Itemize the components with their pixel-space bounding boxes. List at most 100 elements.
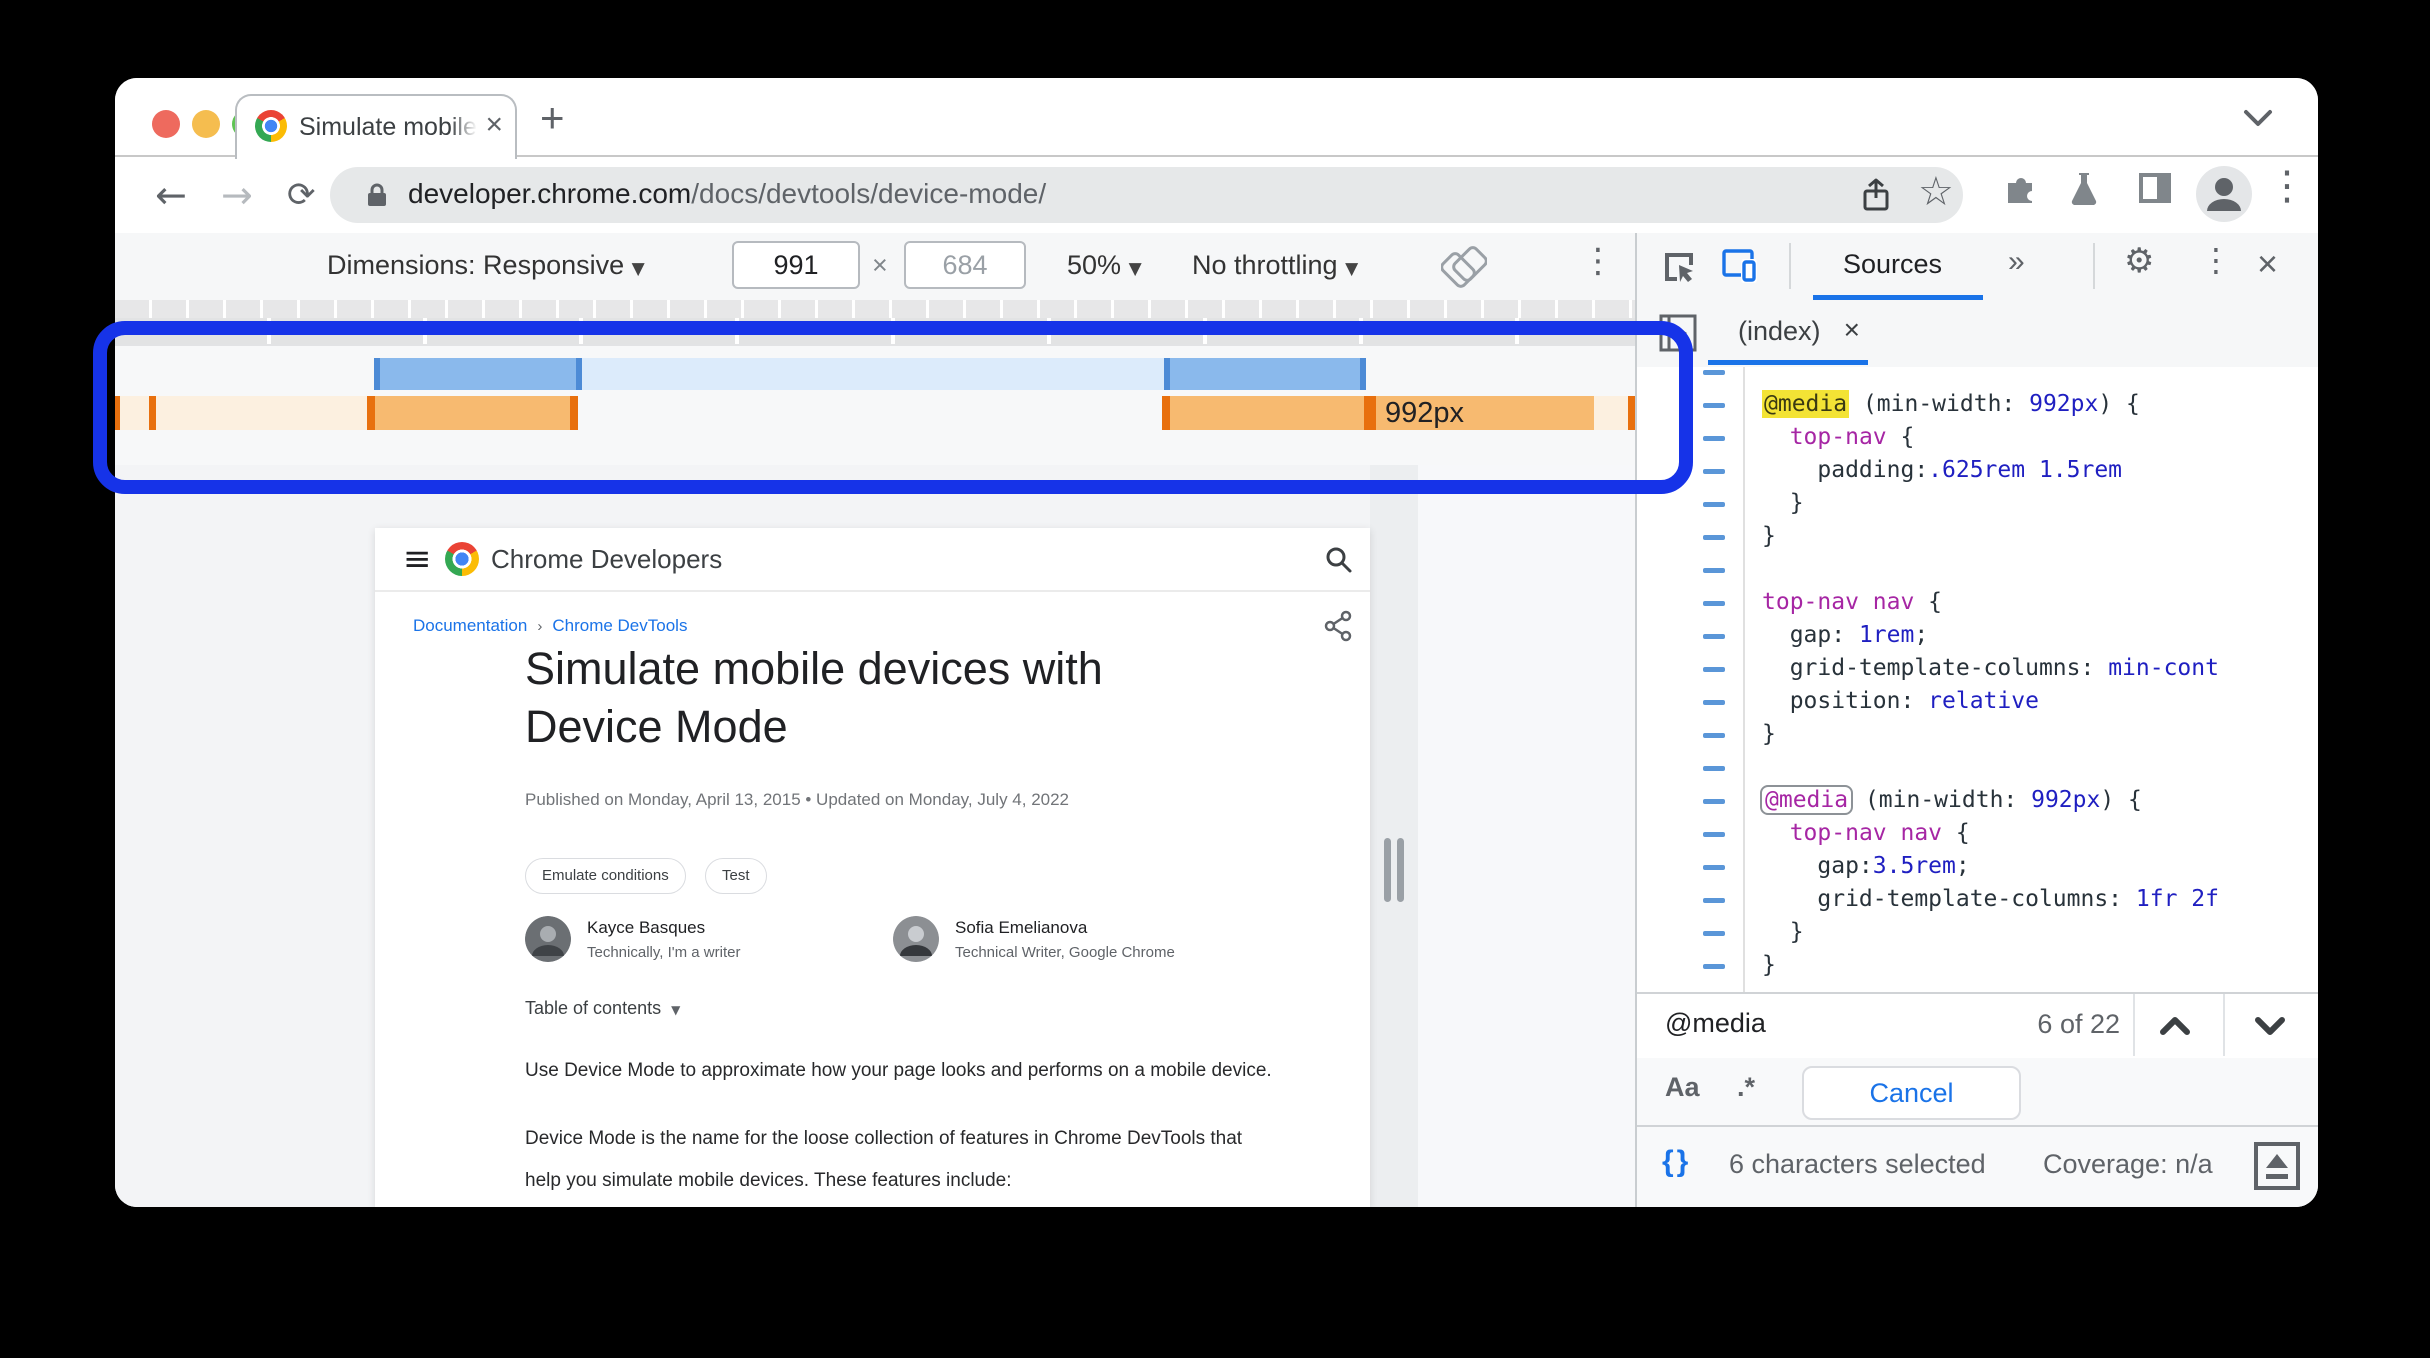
show-navigator-icon[interactable] [1659,314,1697,352]
profile-avatar[interactable] [2195,165,2253,223]
bookmark-star-icon[interactable]: ☆ [1918,169,1954,215]
new-tab-button[interactable]: + [540,97,565,139]
media-query-tick[interactable] [367,396,375,430]
code-line[interactable]: padding:.625rem 1.5rem [1637,454,2318,487]
zoom-dropdown[interactable]: 50% ▼ [1067,250,1142,281]
media-query-tick[interactable] [149,396,156,430]
media-query-bar-blue-edge[interactable] [1360,358,1366,390]
media-query-breakpoint-tick[interactable] [1364,396,1376,430]
more-panels-button[interactable]: » [2008,245,2025,279]
file-tab-close-icon[interactable]: × [1844,314,1860,346]
code-line[interactable]: top-nav { [1637,421,2318,454]
author-name[interactable]: Kayce Basques [587,918,705,938]
media-query-bar-orange[interactable] [1170,396,1594,430]
media-query-bar-orange[interactable] [375,396,574,430]
code-line[interactable]: top-nav nav { [1637,586,2318,619]
show-drawer-icon[interactable] [2253,1141,2301,1191]
code-line[interactable]: } [1637,949,2318,982]
back-button[interactable]: ← [155,173,187,217]
extensions-puzzle-icon[interactable] [2000,169,2040,209]
code-line[interactable] [1637,367,2318,388]
code-line[interactable]: gap:3.5rem; [1637,850,2318,883]
share-icon[interactable] [1858,177,1894,215]
media-query-tick[interactable] [1628,396,1635,430]
code-line[interactable]: } [1637,718,2318,751]
inspect-element-icon[interactable] [1659,247,1699,287]
viewport-width-input[interactable] [732,241,860,289]
chrome-developers-logo[interactable] [445,542,479,576]
code-line[interactable]: } [1637,520,2318,553]
site-name[interactable]: Chrome Developers [491,544,722,575]
browser-tab[interactable]: Simulate mobile devices with D × [235,94,517,159]
browser-menu-kebab-icon[interactable]: ⋮ [2267,163,2307,209]
toggle-device-toolbar-icon[interactable] [1721,247,1763,287]
tab-sources[interactable]: Sources [1843,249,1942,280]
dimensions-dropdown[interactable]: Dimensions: Responsive ▼ [327,250,645,281]
reload-button[interactable]: ⟳ [287,175,316,215]
hamburger-menu-icon[interactable]: ≡ [403,542,432,576]
breadcrumb-link-devtools[interactable]: Chrome DevTools [552,616,687,635]
media-query-tick[interactable] [1162,396,1170,430]
code-line[interactable] [1637,553,2318,586]
viewport-resize-gutter[interactable] [1370,465,1418,1207]
avatar[interactable] [893,916,939,962]
source-code[interactable]: @media (min-width: 992px) { top-nav { pa… [1637,367,2318,982]
code-line[interactable]: } [1637,487,2318,520]
status-bar: {} 6 characters selected Coverage: n/a [1637,1125,2318,1207]
gutter-dash-icon [1703,634,1725,639]
table-of-contents-toggle[interactable]: Table of contents ▼ [525,998,680,1019]
code-line[interactable]: gap: 1rem; [1637,619,2318,652]
address-bar[interactable]: developer.chrome.com/docs/devtools/devic… [330,167,1963,223]
flask-icon[interactable] [2063,169,2105,209]
caret-down-icon: ▼ [671,1003,681,1017]
devtools-kebab-icon[interactable]: ⋮ [2200,241,2232,279]
code-line[interactable]: grid-template-columns: min-cont [1637,652,2318,685]
tab-close-icon[interactable]: × [485,108,503,142]
media-query-tick[interactable] [570,396,578,430]
search-next-icon[interactable] [2250,1012,2290,1040]
chip-emulate-conditions[interactable]: Emulate conditions [525,858,686,894]
search-previous-icon[interactable] [2155,1012,2195,1040]
code-editor[interactable]: @media (min-width: 992px) { top-nav { pa… [1637,367,2318,992]
media-query-bar-orange-light[interactable] [1594,396,1632,430]
url-text[interactable]: developer.chrome.com/docs/devtools/devic… [408,178,1046,210]
author-name[interactable]: Sofia Emelianova [955,918,1087,938]
viewport-height-input[interactable] [904,241,1026,289]
chevron-down-icon[interactable] [2238,106,2278,132]
pretty-print-button[interactable]: {} [1662,1145,1691,1179]
media-query-bar-blue[interactable] [1170,358,1360,390]
code-line[interactable]: @media (min-width: 992px) { [1637,388,2318,421]
device-toolbar-kebab-icon[interactable]: ⋮ [1581,241,1615,281]
cancel-button[interactable]: Cancel [1802,1066,2021,1120]
code-line[interactable]: position: relative [1637,685,2318,718]
search-query[interactable]: @media [1665,1008,1766,1039]
code-line[interactable]: @media (min-width: 992px) { [1637,784,2318,817]
media-query-bar-blue[interactable] [380,358,576,390]
search-icon[interactable] [1323,544,1353,574]
gear-icon[interactable]: ⚙ [2124,241,2154,281]
traffic-light-minimize[interactable] [192,110,220,138]
match-case-toggle[interactable]: Aa [1665,1072,1700,1103]
resize-handle-icon[interactable] [1397,838,1404,902]
gutter-dash-icon [1703,403,1725,408]
code-line[interactable]: top-nav nav { [1637,817,2318,850]
throttling-dropdown[interactable]: No throttling ▼ [1192,250,1358,281]
regex-toggle[interactable]: .* [1737,1072,1755,1103]
forward-button[interactable]: → [221,173,253,217]
lock-icon[interactable] [362,180,392,210]
share-nodes-icon[interactable] [1323,610,1353,642]
chip-test[interactable]: Test [705,858,767,894]
traffic-light-close[interactable] [152,110,180,138]
resize-handle-icon[interactable] [1384,838,1391,902]
rotate-viewport-icon[interactable] [1441,245,1487,289]
code-line[interactable]: } [1637,916,2318,949]
breadcrumb-link-documentation[interactable]: Documentation [413,616,527,635]
media-query-tick[interactable] [115,396,120,430]
avatar[interactable] [525,916,571,962]
code-line[interactable]: grid-template-columns: 1fr 2f [1637,883,2318,916]
file-tab-index[interactable]: (index) × [1708,300,1868,365]
code-line[interactable] [1637,751,2318,784]
media-query-bar-blue-light[interactable] [582,358,1164,390]
side-panel-icon[interactable] [2135,169,2175,207]
close-devtools-icon[interactable]: × [2257,243,2278,285]
